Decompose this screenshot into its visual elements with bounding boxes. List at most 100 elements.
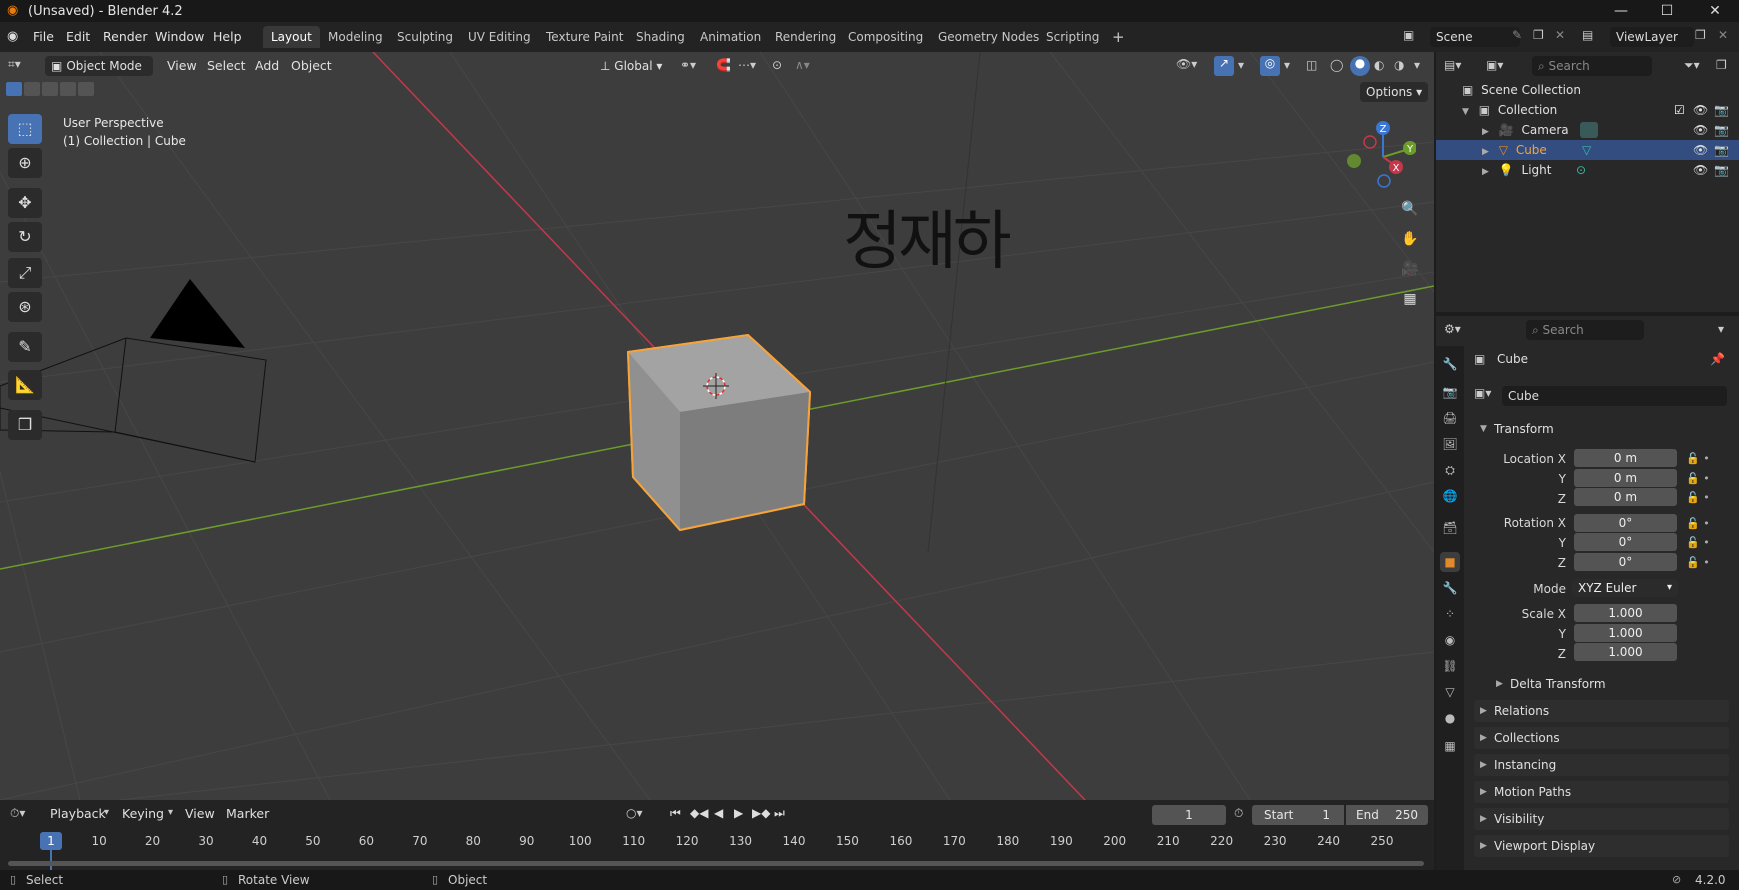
move-tool[interactable]: ✥ (8, 188, 42, 218)
rotation-mode-dropdown[interactable]: XYZ Euler ▾ (1572, 579, 1678, 597)
auto-keying-icon[interactable]: ○▾ (626, 806, 643, 820)
camera-render-icon[interactable]: 📷 (1714, 140, 1729, 160)
relations-panel-header[interactable]: ▶ Relations (1474, 700, 1729, 722)
menu-view[interactable]: View (167, 58, 197, 73)
camera-view-icon[interactable]: 🎥 (1396, 256, 1424, 282)
delete-scene-icon[interactable]: ✕ (1555, 28, 1565, 42)
tab-layout[interactable]: Layout (263, 26, 320, 48)
view-layer-tab-icon[interactable]: 🖼 (1440, 434, 1460, 454)
tab-compositing[interactable]: Compositing (840, 26, 931, 48)
rotate-tool[interactable]: ↻ (8, 222, 42, 252)
transform-tool[interactable]: ⊛ (8, 292, 42, 322)
select-intersect-icon[interactable] (78, 82, 94, 96)
mode-dropdown[interactable]: ▣Object Mode ▾ (45, 56, 153, 93)
select-subtract-icon[interactable] (42, 82, 58, 96)
select-invert-icon[interactable] (60, 82, 76, 96)
expand-icon[interactable]: ▶ (1482, 167, 1489, 177)
filter-icon[interactable]: ⏷▾ (1684, 58, 1700, 73)
eye-icon[interactable]: 👁 (1693, 140, 1708, 160)
lock-icon[interactable]: 🔓 • (1686, 449, 1726, 469)
menu-add[interactable]: Add (255, 58, 279, 73)
proportional-edit-icon[interactable]: ⊙ (772, 58, 782, 72)
motion-paths-panel-header[interactable]: ▶ Motion Paths (1474, 781, 1729, 803)
outliner-collection[interactable]: ▼ ▣ Collection ☑ 👁 📷 (1436, 100, 1739, 120)
visibility-panel-header[interactable]: ▶ Visibility (1474, 808, 1729, 830)
rendered-shading-icon[interactable]: ◑ (1394, 58, 1404, 72)
jump-keyframe-forward-icon[interactable]: ▶◆ (752, 806, 770, 820)
lock-icon[interactable]: 🔓 • (1686, 533, 1726, 553)
playhead[interactable]: 1 (40, 832, 62, 850)
object-tab-icon[interactable]: ■ (1440, 552, 1460, 572)
blender-menu-icon[interactable]: ◉ (7, 29, 18, 44)
wireframe-shading-icon[interactable]: ◯ (1330, 58, 1343, 72)
snap-target-icon[interactable]: ⋯▾ (738, 58, 756, 72)
checkbox-icon[interactable]: ☑ (1674, 100, 1685, 120)
zoom-icon[interactable]: 🔍 (1396, 196, 1424, 222)
shading-dropdown-icon[interactable]: ▾ (1414, 58, 1420, 72)
scale-y-field[interactable]: 1.000 (1574, 624, 1677, 642)
preview-range-icon[interactable]: ⏱ (1234, 806, 1243, 821)
properties-editor-icon[interactable]: ⚙▾ (1444, 322, 1461, 336)
tab-animation[interactable]: Animation (692, 26, 769, 48)
tool-tab-icon[interactable]: 🔧 (1440, 354, 1460, 374)
particles-tab-icon[interactable]: ⁘ (1440, 604, 1460, 624)
maximize-button[interactable]: ☐ (1644, 0, 1690, 22)
new-view-layer-icon[interactable]: ❐ (1695, 28, 1706, 42)
camera-render-icon[interactable]: 📷 (1714, 160, 1729, 180)
location-z-field[interactable]: 0 m (1574, 488, 1677, 506)
menu-object[interactable]: Object (291, 58, 332, 73)
3d-viewport[interactable]: ⌗▾ ▣Object Mode ▾ View Select Add Object… (0, 52, 1434, 800)
menu-playback[interactable]: Playback (50, 806, 106, 821)
tab-uv-editing[interactable]: UV Editing (460, 26, 539, 48)
mesh-data-icon[interactable]: ▽ (1582, 140, 1591, 160)
xray-icon[interactable]: ◫ (1306, 58, 1317, 72)
jump-end-icon[interactable]: ⏭ (774, 806, 785, 821)
render-tab-icon[interactable]: 📷 (1440, 382, 1460, 402)
add-workspace-icon[interactable]: + (1104, 26, 1133, 48)
data-tab-icon[interactable]: ▽ (1440, 682, 1460, 702)
location-x-field[interactable]: 0 m (1574, 449, 1677, 467)
pan-hand-icon[interactable]: ✋ (1396, 226, 1424, 252)
timeline-editor-icon[interactable]: ⏱▾ (10, 806, 25, 821)
play-reverse-icon[interactable]: ◀ (714, 806, 723, 820)
properties-search[interactable]: ⌕ Search (1526, 320, 1644, 340)
scene-icon[interactable]: ▣ (1403, 28, 1414, 42)
pin-icon[interactable]: 📌 (1710, 352, 1725, 366)
lock-icon[interactable]: 🔓 • (1686, 553, 1726, 573)
menu-file[interactable]: File (33, 29, 54, 44)
rotation-y-field[interactable]: 0° (1574, 533, 1677, 551)
tab-scripting[interactable]: Scripting (1038, 26, 1107, 48)
close-button[interactable]: ✕ (1692, 0, 1738, 22)
menu-window[interactable]: Window (155, 29, 204, 44)
location-y-field[interactable]: 0 m (1574, 469, 1677, 487)
viewport-display-panel-header[interactable]: ▶ Viewport Display (1474, 835, 1729, 857)
navigation-gizmo[interactable]: Z Y X (1336, 114, 1416, 194)
end-frame-field[interactable]: End 250 (1346, 805, 1428, 825)
overlays-dropdown-icon[interactable]: ▾ (1284, 58, 1290, 72)
menu-edit[interactable]: Edit (66, 29, 90, 44)
light-data-icon[interactable]: ⊙ (1576, 160, 1586, 180)
scale-z-field[interactable]: 1.000 (1574, 643, 1677, 661)
delta-transform-header[interactable]: ▶ Delta Transform (1490, 673, 1730, 695)
transform-panel-header[interactable]: ▼ Transform (1474, 418, 1729, 440)
visibility-icon[interactable]: 👁▾ (1176, 57, 1197, 71)
tab-shading[interactable]: Shading (628, 26, 693, 48)
overlays-toggle-icon[interactable]: ◎ (1260, 56, 1280, 76)
gizmo-toggle-icon[interactable]: ↗ (1214, 56, 1234, 76)
falloff-icon[interactable]: ∧▾ (795, 58, 810, 72)
scene-field[interactable]: Scene (1430, 27, 1520, 47)
eye-icon[interactable]: 👁 (1693, 120, 1708, 140)
physics-tab-icon[interactable]: ◉ (1440, 630, 1460, 650)
menu-keying[interactable]: Keying (122, 806, 164, 821)
scene-pin-icon[interactable]: ✎ (1512, 28, 1522, 42)
menu-select[interactable]: Select (207, 58, 246, 73)
current-frame-field[interactable]: 1 (1152, 805, 1226, 825)
add-cube-tool[interactable]: ❒ (8, 410, 42, 440)
view-layer-field[interactable]: ViewLayer (1610, 27, 1694, 47)
constraints-tab-icon[interactable]: ⛓ (1440, 656, 1460, 676)
expand-icon[interactable]: ▶ (1482, 127, 1489, 137)
select-box-tool[interactable]: ⬚ (8, 114, 42, 144)
tab-rendering[interactable]: Rendering (767, 26, 844, 48)
delete-view-layer-icon[interactable]: ✕ (1718, 28, 1728, 42)
perspective-grid-icon[interactable]: ▦ (1396, 286, 1424, 312)
